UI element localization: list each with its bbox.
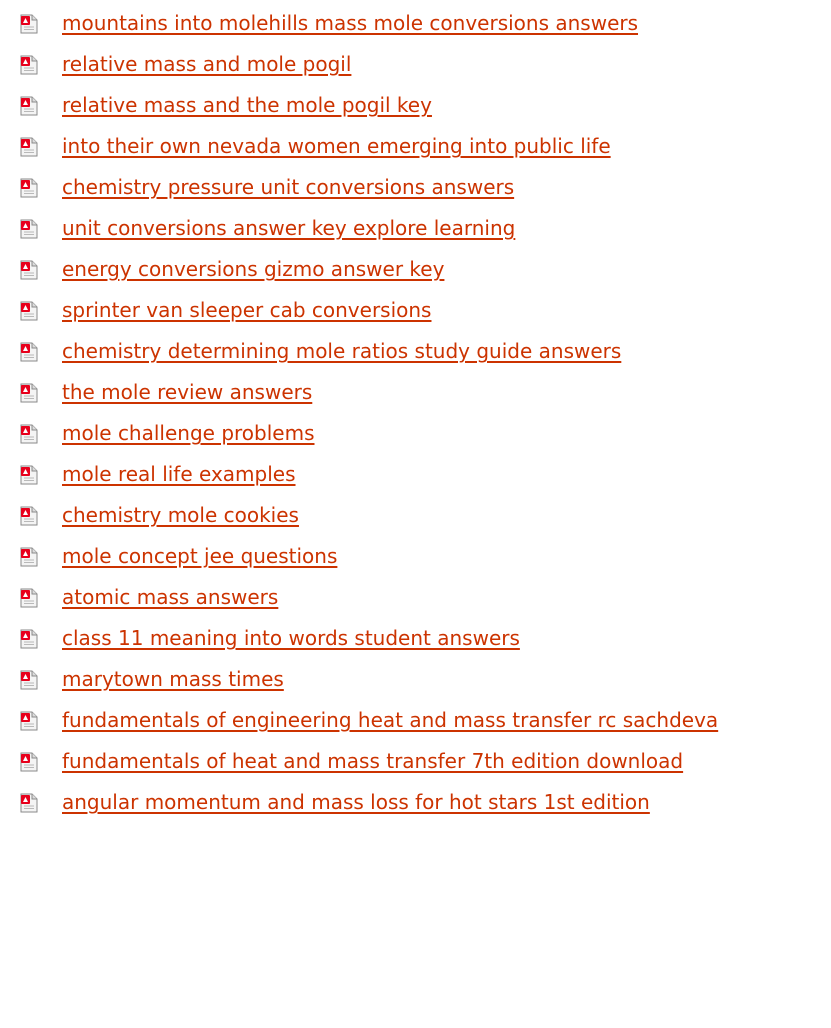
document-link[interactable]: relative mass and the mole pogil key bbox=[62, 92, 432, 118]
pdf-file-icon bbox=[20, 219, 38, 239]
pdf-file-icon bbox=[20, 96, 38, 116]
document-link[interactable]: chemistry mole cookies bbox=[62, 502, 299, 528]
list-item: energy conversions gizmo answer key bbox=[0, 250, 831, 291]
list-item: angular momentum and mass loss for hot s… bbox=[0, 783, 831, 824]
list-item: the mole review answers bbox=[0, 373, 831, 414]
document-link[interactable]: mountains into molehills mass mole conve… bbox=[62, 10, 638, 36]
pdf-file-icon bbox=[20, 752, 38, 772]
pdf-file-icon bbox=[20, 670, 38, 690]
list-item: sprinter van sleeper cab conversions bbox=[0, 291, 831, 332]
pdf-file-icon bbox=[20, 342, 38, 362]
document-link[interactable]: into their own nevada women emerging int… bbox=[62, 133, 611, 159]
pdf-file-icon bbox=[20, 465, 38, 485]
list-item: class 11 meaning into words student answ… bbox=[0, 619, 831, 660]
document-link[interactable]: relative mass and mole pogil bbox=[62, 51, 351, 77]
document-link[interactable]: fundamentals of heat and mass transfer 7… bbox=[62, 748, 683, 774]
list-item: mole challenge problems bbox=[0, 414, 831, 455]
document-link[interactable]: mole challenge problems bbox=[62, 420, 315, 446]
document-link[interactable]: the mole review answers bbox=[62, 379, 312, 405]
document-link[interactable]: atomic mass answers bbox=[62, 584, 278, 610]
pdf-file-icon bbox=[20, 383, 38, 403]
pdf-file-icon bbox=[20, 260, 38, 280]
list-item: fundamentals of engineering heat and mas… bbox=[0, 701, 831, 742]
document-link[interactable]: fundamentals of engineering heat and mas… bbox=[62, 707, 718, 733]
pdf-file-icon bbox=[20, 178, 38, 198]
document-link[interactable]: energy conversions gizmo answer key bbox=[62, 256, 444, 282]
document-link-list: mountains into molehills mass mole conve… bbox=[0, 4, 831, 824]
list-item: atomic mass answers bbox=[0, 578, 831, 619]
document-link[interactable]: mole concept jee questions bbox=[62, 543, 337, 569]
list-item: marytown mass times bbox=[0, 660, 831, 701]
list-item: fundamentals of heat and mass transfer 7… bbox=[0, 742, 831, 783]
list-item: mole concept jee questions bbox=[0, 537, 831, 578]
pdf-file-icon bbox=[20, 137, 38, 157]
document-link[interactable]: mole real life examples bbox=[62, 461, 296, 487]
list-item: chemistry mole cookies bbox=[0, 496, 831, 537]
list-item: into their own nevada women emerging int… bbox=[0, 127, 831, 168]
document-link[interactable]: unit conversions answer key explore lear… bbox=[62, 215, 515, 241]
list-item: unit conversions answer key explore lear… bbox=[0, 209, 831, 250]
document-link[interactable]: chemistry determining mole ratios study … bbox=[62, 338, 621, 364]
document-link[interactable]: chemistry pressure unit conversions answ… bbox=[62, 174, 514, 200]
document-link[interactable]: sprinter van sleeper cab conversions bbox=[62, 297, 431, 323]
document-link[interactable]: class 11 meaning into words student answ… bbox=[62, 625, 520, 651]
pdf-file-icon bbox=[20, 301, 38, 321]
list-item: relative mass and the mole pogil key bbox=[0, 86, 831, 127]
pdf-file-icon bbox=[20, 14, 38, 34]
list-item: chemistry determining mole ratios study … bbox=[0, 332, 831, 373]
pdf-file-icon bbox=[20, 547, 38, 567]
pdf-file-icon bbox=[20, 55, 38, 75]
list-item: chemistry pressure unit conversions answ… bbox=[0, 168, 831, 209]
pdf-file-icon bbox=[20, 793, 38, 813]
list-item: mountains into molehills mass mole conve… bbox=[0, 4, 831, 45]
list-item: mole real life examples bbox=[0, 455, 831, 496]
pdf-file-icon bbox=[20, 506, 38, 526]
list-item: relative mass and mole pogil bbox=[0, 45, 831, 86]
pdf-file-icon bbox=[20, 629, 38, 649]
pdf-file-icon bbox=[20, 711, 38, 731]
pdf-file-icon bbox=[20, 588, 38, 608]
document-link[interactable]: angular momentum and mass loss for hot s… bbox=[62, 789, 650, 815]
document-link[interactable]: marytown mass times bbox=[62, 666, 284, 692]
pdf-file-icon bbox=[20, 424, 38, 444]
